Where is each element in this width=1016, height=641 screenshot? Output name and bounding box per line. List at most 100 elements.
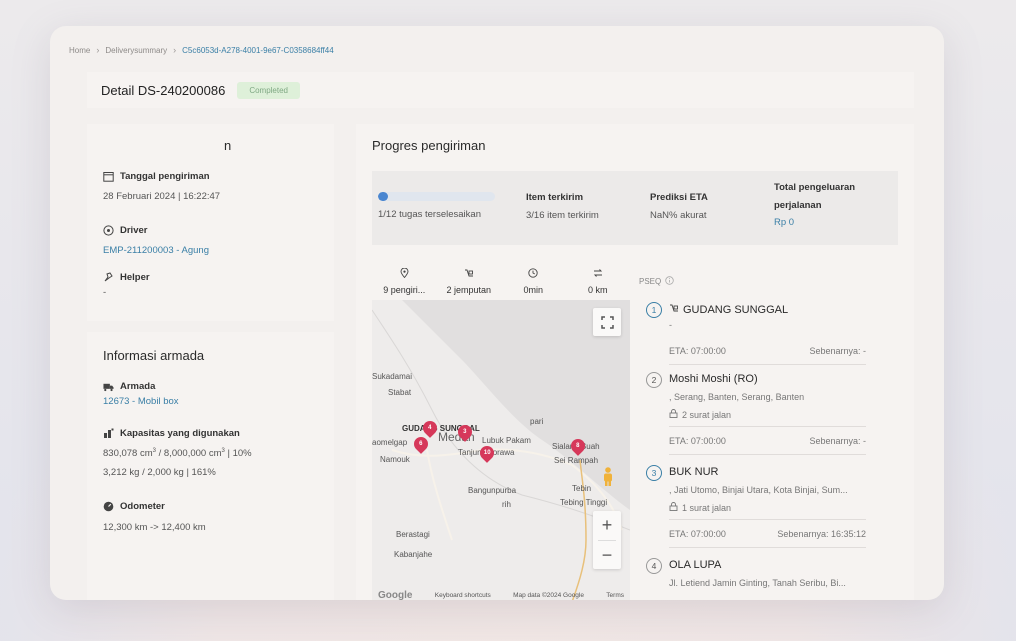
actual-text: Sebenarnya: - — [809, 436, 866, 446]
map-footer: Google Keyboard shortcuts Map data ©2024… — [372, 588, 630, 601]
helper-value: - — [103, 287, 107, 298]
stop-address: , Serang, Banten, Serang, Banten — [669, 392, 805, 402]
map-label-tebin: Tebin — [572, 484, 592, 493]
breadcrumb-current: C5c6053d-A278-4001-9e67-C0358684ff44 — [182, 45, 334, 55]
tasks-text: 1/12 tugas terselesaikan — [378, 209, 481, 220]
street-view-pegman[interactable] — [601, 466, 615, 488]
stop-number: 2 — [646, 372, 662, 388]
helper-field: Helper - — [103, 272, 150, 298]
driver-link[interactable]: EMP-211200003 - Agung — [103, 245, 209, 256]
breadcrumb-home[interactable]: Home — [69, 46, 90, 55]
detail-card: Home › Deliverysummary › C5c6053d-A278-4… — [50, 26, 944, 600]
fullscreen-button[interactable] — [593, 308, 621, 336]
stop-name: GUDANG SUNGGAL — [683, 303, 789, 316]
eta-label: Prediksi ETA — [650, 192, 708, 203]
tasks-progress-bar — [378, 192, 495, 201]
route-icon — [593, 268, 603, 280]
eta-row: ETA: 07:00:00 Sebenarnya: - — [669, 436, 866, 446]
tanggal-value: 28 Februari 2024 | 16:22:47 — [103, 191, 221, 202]
item-label: Item terkirim — [526, 192, 584, 203]
tasks-progress-fill — [378, 192, 388, 201]
surat-jalan: 1 surat jalan — [669, 502, 731, 513]
status-badge: Completed — [237, 81, 300, 99]
actual-text: Sebenarnya: 16:35:12 — [777, 529, 866, 539]
map-tab-deliveries[interactable]: 9 pengiri... — [372, 262, 437, 300]
eta-stat: Prediksi ETA NaN% akurat — [650, 192, 708, 221]
zoom-out-button[interactable]: − — [602, 541, 613, 569]
odometer-label: Odometer — [120, 501, 165, 512]
terms-link[interactable]: Terms — [606, 592, 624, 599]
pegman-icon — [604, 467, 612, 486]
driver-label: Driver — [120, 225, 148, 236]
zoom-in-button[interactable]: + — [602, 511, 613, 540]
map-label-bangun: Bangunpurba — [468, 486, 517, 495]
map-label-stabat: Stabat — [388, 388, 412, 397]
map-label-kabanjahe: Kabanjahe — [394, 550, 433, 559]
map-label-tebing: Tebing Tinggi — [560, 498, 608, 507]
eta-row: ETA: 07:00:00 Sebenarnya: 16:35:12 — [669, 529, 866, 539]
stop-name: Moshi Moshi (RO) — [669, 373, 758, 385]
actual-text: Sebenarnya: - — [809, 346, 866, 356]
pseq-header: PSEQ — [639, 276, 674, 287]
helper-icon — [103, 272, 114, 283]
armada-panel: Informasi armada Armada 12673 - Mobil bo… — [87, 332, 334, 600]
fullscreen-icon — [600, 315, 614, 329]
item-value: 3/16 item terkirim — [526, 210, 599, 221]
odometer-icon — [103, 501, 114, 512]
page-header: Detail DS-240200086 Completed — [87, 72, 914, 108]
armada-link[interactable]: 12673 - Mobil box — [103, 396, 179, 407]
map-tab-duration[interactable]: 0min — [501, 262, 566, 300]
stop-address: Jl. Letiend Jamin Ginting, Tanah Seribu,… — [669, 578, 846, 588]
truck-icon — [103, 381, 114, 392]
progress-stats: 1/12 tugas terselesaikan Item terkirim 3… — [372, 171, 898, 245]
map-tabs: 9 pengiri... 2 jemputan 0min 0 km — [372, 262, 630, 300]
map-label-aomelgap: aomelgap — [372, 438, 408, 447]
surat-jalan: 2 surat jalan — [669, 409, 731, 420]
tasks-stat: 1/12 tugas terselesaikan — [378, 192, 495, 220]
map-container: 9 pengiri... 2 jemputan 0min 0 km Sukada… — [372, 262, 630, 600]
section-title: n — [224, 138, 232, 153]
map-label-lubuk: Lubuk Pakam — [482, 436, 531, 445]
cost-stat: Total pengeluaran perjalanan Rp 0 — [774, 182, 855, 228]
breadcrumb: Home › Deliverysummary › C5c6053d-A278-4… — [69, 45, 334, 55]
page-title: Detail DS-240200086 — [101, 82, 226, 98]
stop-name: BUK NUR — [669, 466, 719, 478]
tanggal-label: Tanggal pengiriman — [120, 171, 210, 182]
google-logo: Google — [378, 589, 413, 601]
map-tab-distance[interactable]: 0 km — [566, 262, 631, 300]
map-label-pari: pari — [530, 417, 544, 426]
eta-row: ETA: 07:00:00 Sebenarnya: - — [669, 346, 866, 356]
keyboard-shortcuts-link[interactable]: Keyboard shortcuts — [435, 592, 491, 599]
progress-panel: Progres pengiriman 1/12 tugas terselesai… — [356, 124, 914, 600]
map-tab-pickups[interactable]: 2 jemputan — [437, 262, 502, 300]
map-data-text: Map data ©2024 Google — [513, 591, 584, 599]
stop-name: OLA LUPA — [669, 559, 722, 571]
truck-icon — [464, 268, 474, 280]
info-icon — [665, 276, 674, 287]
map-label-sukadamai: Sukadamai — [372, 372, 413, 381]
stop-number: 1 — [646, 302, 662, 318]
stop-address: - — [669, 320, 672, 330]
pseq-list: PSEQ 1 GUDANG SUNGGAL - ETA: 07:00:00 Se… — [636, 262, 898, 600]
map-area[interactable]: Sukadamai Stabat GUDANG SUNGGAL Medan pa… — [372, 300, 630, 600]
chevron-right-icon: › — [96, 45, 100, 55]
map-label-namouk: Namouk — [380, 455, 410, 464]
map-label-berastagi: Berastagi — [396, 530, 430, 539]
kapasitas-label: Kapasitas yang digunakan — [120, 428, 240, 439]
eta-text: ETA: 07:00:00 — [669, 529, 726, 539]
cost-label-1: Total pengeluaran — [774, 182, 856, 193]
breadcrumb-deliverysummary[interactable]: Deliverysummary — [105, 46, 167, 55]
cost-value: Rp 0 — [774, 217, 795, 228]
eta-text: ETA: 07:00:00 — [669, 436, 726, 446]
tanggal-field: Tanggal pengiriman 28 Februari 2024 | 16… — [103, 171, 220, 202]
kapasitas-volume: 830,078 cm3 / 8,000,000 cm3 | 10% — [103, 448, 252, 460]
kapasitas-weight: 3,212 kg / 2,000 kg | 161% — [103, 467, 216, 479]
map-label-rih: rih — [502, 500, 511, 509]
eta-text: ETA: 07:00:00 — [669, 346, 726, 356]
location-icon — [400, 267, 409, 280]
odometer-field: Odometer 12,300 km -> 12,400 km — [103, 501, 206, 533]
armada-label: Armada — [120, 381, 156, 392]
map-label-sei: Sei Rampah — [554, 456, 599, 465]
progress-title: Progres pengiriman — [372, 138, 486, 153]
lock-icon — [669, 502, 678, 513]
